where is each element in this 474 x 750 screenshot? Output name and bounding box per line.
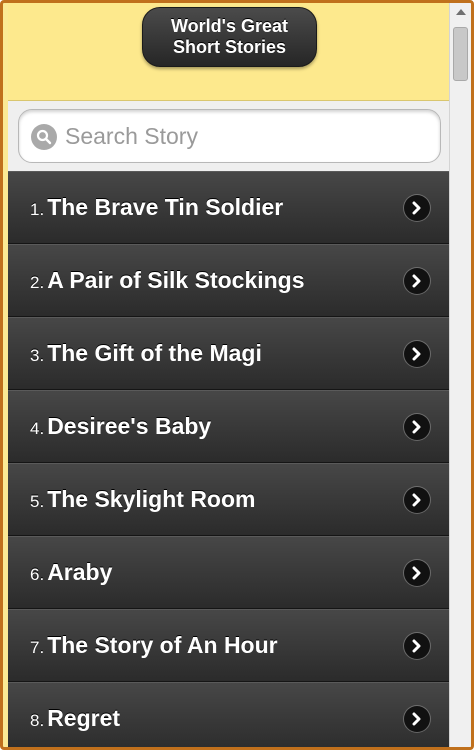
chevron-right-icon bbox=[404, 341, 430, 367]
story-item-1[interactable]: 1. The Brave Tin Soldier bbox=[8, 171, 449, 244]
story-item-8[interactable]: 8. Regret bbox=[8, 682, 449, 747]
story-title: Araby bbox=[47, 559, 113, 585]
story-number: 1. bbox=[30, 199, 45, 219]
chevron-right-icon bbox=[404, 195, 430, 221]
chevron-right-icon bbox=[404, 560, 430, 586]
story-item-2[interactable]: 2. A Pair of Silk Stockings bbox=[8, 244, 449, 317]
story-title: The Skylight Room bbox=[47, 486, 256, 512]
story-title: The Story of An Hour bbox=[47, 632, 278, 658]
story-number: 5. bbox=[30, 491, 45, 511]
story-number: 2. bbox=[30, 272, 45, 292]
story-number: 3. bbox=[30, 345, 45, 365]
app-title-line1: World's Great bbox=[171, 16, 288, 36]
story-title: Desiree's Baby bbox=[47, 413, 212, 439]
vertical-scrollbar[interactable] bbox=[449, 3, 471, 747]
story-item-7[interactable]: 7. The Story of An Hour bbox=[8, 609, 449, 682]
app-frame: World's Great Short Stories 1. The Bra bbox=[0, 0, 474, 750]
app-title-line2: Short Stories bbox=[172, 37, 287, 57]
story-number: 8. bbox=[30, 710, 45, 730]
story-title: Regret bbox=[47, 705, 121, 731]
chevron-right-icon bbox=[404, 487, 430, 513]
page-viewport: World's Great Short Stories 1. The Bra bbox=[8, 3, 449, 747]
story-number: 4. bbox=[30, 418, 45, 438]
chevron-right-icon bbox=[404, 633, 430, 659]
search-input[interactable] bbox=[65, 119, 425, 153]
scrollbar-thumb[interactable] bbox=[453, 27, 468, 81]
chevron-right-icon bbox=[404, 706, 430, 732]
story-item-3[interactable]: 3. The Gift of the Magi bbox=[8, 317, 449, 390]
story-title: A Pair of Silk Stockings bbox=[47, 267, 305, 293]
chevron-right-icon bbox=[404, 268, 430, 294]
header-bar: World's Great Short Stories bbox=[8, 3, 449, 101]
search-bar bbox=[8, 101, 449, 171]
story-number: 7. bbox=[30, 637, 45, 657]
story-item-5[interactable]: 5. The Skylight Room bbox=[8, 463, 449, 536]
story-item-6[interactable]: 6. Araby bbox=[8, 536, 449, 609]
story-number: 6. bbox=[30, 564, 45, 584]
scroll-up-arrow-icon[interactable] bbox=[456, 9, 466, 15]
story-title: The Brave Tin Soldier bbox=[47, 194, 284, 220]
story-list: 1. The Brave Tin Soldier 2. A Pair of Si… bbox=[8, 171, 449, 747]
story-item-4[interactable]: 4. Desiree's Baby bbox=[8, 390, 449, 463]
search-icon bbox=[31, 124, 57, 150]
app-title-button[interactable]: World's Great Short Stories bbox=[142, 7, 317, 67]
story-title: The Gift of the Magi bbox=[47, 340, 262, 366]
search-box[interactable] bbox=[18, 109, 441, 163]
chevron-right-icon bbox=[404, 414, 430, 440]
